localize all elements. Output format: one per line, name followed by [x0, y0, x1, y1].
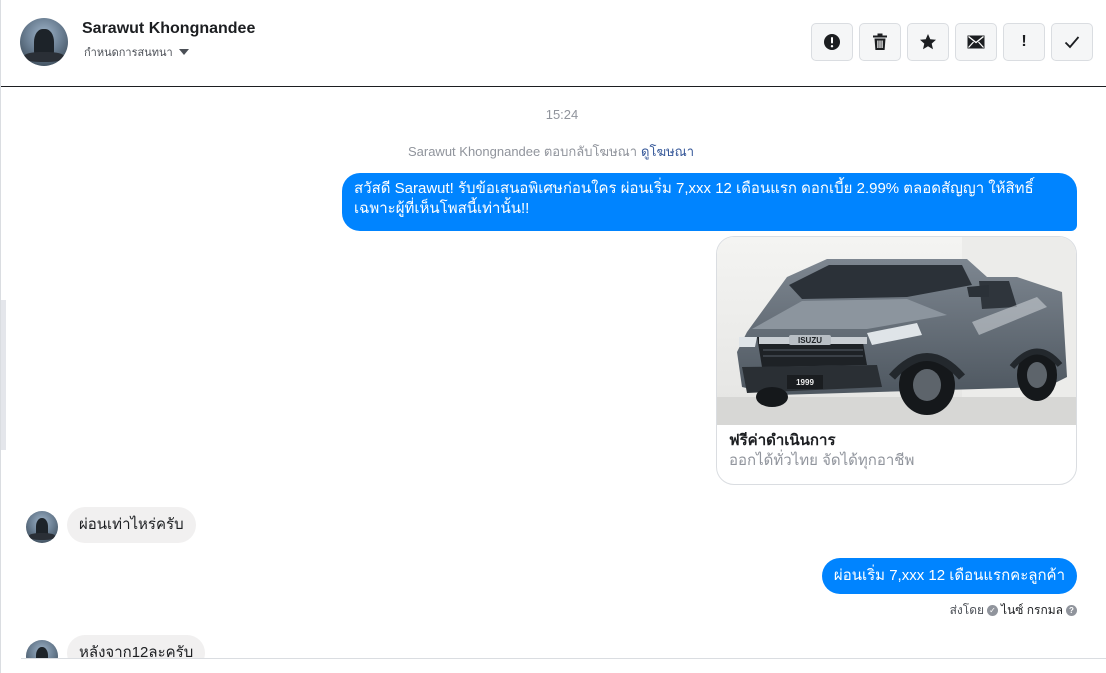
envelope-icon	[967, 35, 985, 49]
sent-by-info: ส่งโดย ✓ ไนซ์ กรกมล ?	[950, 601, 1077, 620]
conversation-header: Sarawut Khongnandee กำหนดการสนทนา !	[1, 0, 1106, 87]
star-button[interactable]	[907, 23, 949, 61]
mark-spam-button[interactable]	[811, 23, 853, 61]
outgoing-message: สวัสดี Sarawut! รับข้อเสนอพิเศษก่อนใคร ผ…	[342, 173, 1077, 231]
conversation-label-dropdown[interactable]: กำหนดการสนทนา	[84, 43, 189, 61]
ad-reply-notice: Sarawut Khongnandee ตอบกลับโฆษณา ดูโฆษณา	[1, 141, 1101, 162]
exclamation-icon: !	[1021, 33, 1027, 50]
contact-avatar[interactable]	[20, 18, 68, 66]
sent-by-prefix: ส่งโดย	[949, 603, 985, 617]
sent-by-agent[interactable]: ไนซ์ กรกมล	[1001, 601, 1063, 620]
star-icon	[920, 34, 936, 50]
incoming-message: หลังจาก12ละครับ	[67, 635, 206, 658]
mark-done-button[interactable]	[1051, 23, 1093, 61]
exclamation-circle-icon	[824, 34, 840, 50]
trash-icon	[873, 33, 887, 50]
checkmark-icon	[1064, 36, 1080, 49]
ad-card[interactable]: ISUZU 1999 ฟรีค่าดำเนินการ ออกได้ทั่วไทย…	[716, 236, 1077, 485]
mark-unread-button[interactable]	[955, 23, 997, 61]
help-icon[interactable]: ?	[1066, 605, 1077, 616]
incoming-message: ผ่อนเท่าไหร่ครับ	[67, 507, 196, 543]
contact-avatar-small[interactable]	[26, 640, 58, 658]
caret-down-icon	[178, 49, 189, 55]
contact-avatar-small[interactable]	[26, 511, 58, 543]
plate-text: 1999	[796, 378, 814, 387]
follow-up-button[interactable]: !	[1003, 23, 1045, 61]
messenger-inbox: Sarawut Khongnandee กำหนดการสนทนา ! 15:2…	[0, 0, 1106, 673]
delete-button[interactable]	[859, 23, 901, 61]
message-composer[interactable]	[21, 658, 1106, 673]
outgoing-message: ผ่อนเริ่ม 7,xxx 12 เดือนแรกคะลูกค้า	[821, 558, 1077, 594]
brand-badge-text: ISUZU	[798, 336, 822, 345]
contact-name[interactable]: Sarawut Khongnandee	[82, 20, 255, 38]
ad-image: ISUZU 1999	[717, 237, 1076, 425]
conversation-toolbar: !	[811, 23, 1093, 61]
message-timestamp: 15:24	[545, 107, 579, 122]
message-thread: 15:24 Sarawut Khongnandee ตอบกลับโฆษณา ดู…	[1, 88, 1106, 658]
ad-reply-text: Sarawut Khongnandee ตอบกลับโฆษณา	[407, 144, 638, 159]
ad-subtitle: ออกได้ทั่วไทย จัดได้ทุกอาชีพ	[729, 452, 915, 469]
label-dropdown-text: กำหนดการสนทนา	[84, 47, 173, 59]
agent-check-icon: ✓	[987, 605, 999, 616]
view-ad-link[interactable]: ดูโฆษณา	[641, 144, 694, 159]
